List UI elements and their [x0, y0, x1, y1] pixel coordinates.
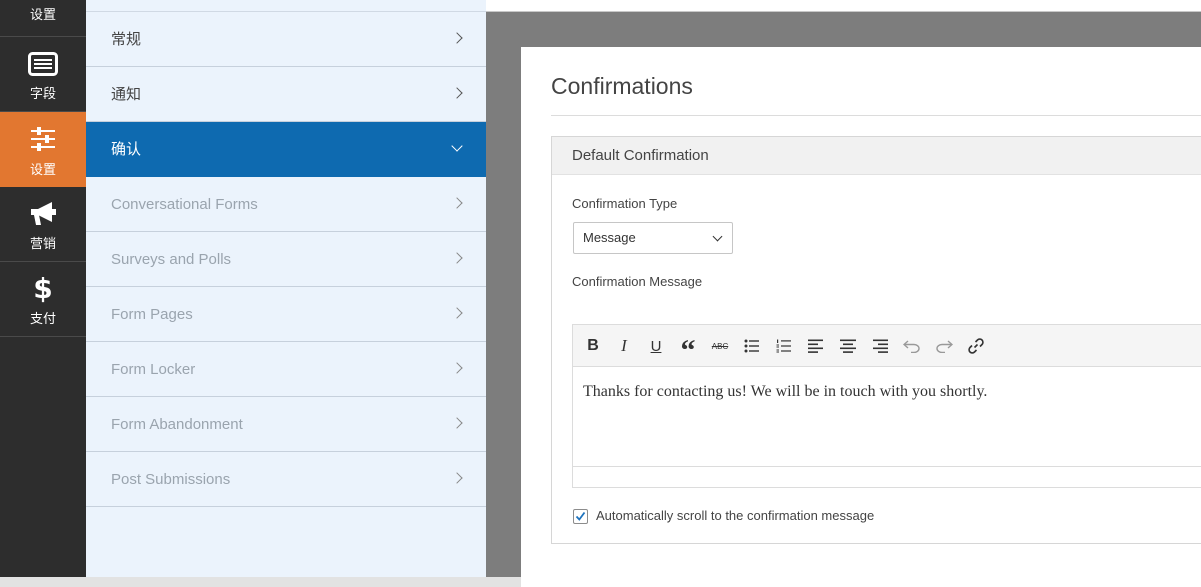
undo-button[interactable] [900, 334, 924, 358]
panel-item-form-locker[interactable]: Form Locker [86, 342, 486, 397]
numbered-list-button[interactable] [772, 334, 796, 358]
confirmations-card: Confirmations Default Confirmation Confi… [521, 47, 1201, 587]
confirmation-message-text: Thanks for contacting us! We will be in … [583, 383, 988, 400]
numbered-list-icon [776, 339, 791, 353]
bold-button[interactable]: B [581, 334, 605, 358]
panel-item-form-pages[interactable]: Form Pages [86, 287, 486, 342]
settings-panel: 常规 通知 确认 Conversational Forms Surveys an… [86, 0, 486, 577]
align-center-icon [840, 339, 856, 353]
redo-button[interactable] [932, 334, 956, 358]
confirmation-block-header[interactable]: Default Confirmation [552, 137, 1201, 175]
rail-item-label: 支付 [29, 312, 56, 327]
confirmation-type-label: Confirmation Type [572, 196, 678, 211]
rail-item-label: 设置 [29, 163, 56, 178]
rail-item-label: 设置 [29, 8, 56, 23]
panel-item-confirmations[interactable]: 确认 [86, 122, 486, 177]
chevron-right-icon [451, 252, 463, 264]
rail-item-settings[interactable]: 设置 [0, 112, 86, 187]
underline-button[interactable]: U [644, 334, 668, 358]
chevron-right-icon [451, 472, 463, 484]
panel-item-surveys-polls[interactable]: Surveys and Polls [86, 232, 486, 287]
rail-item-label: 营销 [29, 237, 56, 252]
insert-link-button[interactable] [964, 334, 988, 358]
checkmark-icon [575, 511, 586, 521]
align-right-icon [873, 339, 888, 353]
chevron-right-icon [451, 362, 463, 374]
chevron-right-icon [451, 197, 463, 209]
chevron-right-icon [451, 307, 463, 319]
builder-sidebar: 设置 字段 设置 营销 $ 支付 [0, 0, 86, 577]
default-confirmation-block: Default Confirmation Confirmation Type M… [551, 136, 1201, 544]
auto-scroll-checkbox[interactable] [573, 509, 588, 524]
panel-item-label: 通知 [111, 85, 142, 103]
chevron-right-icon [451, 87, 463, 99]
chevron-down-icon [451, 140, 463, 152]
rail-item-marketing[interactable]: 营销 [0, 187, 86, 262]
confirmation-type-select[interactable]: Message [573, 222, 733, 254]
confirmation-block-title: Default Confirmation [572, 147, 709, 164]
panel-top-divider [86, 0, 486, 12]
rail-item-settings-top[interactable]: 设置 [0, 0, 86, 37]
content-top-bar [486, 0, 1201, 12]
auto-scroll-label: Automatically scroll to the confirmation… [596, 508, 875, 523]
strikethrough-icon: ABC [711, 341, 729, 351]
confirmation-message-label: Confirmation Message [572, 274, 703, 289]
chevron-down-icon [712, 231, 723, 242]
panel-item-label: 确认 [111, 140, 142, 158]
align-right-button[interactable] [868, 334, 892, 358]
align-left-icon [808, 339, 823, 353]
bold-icon: B [587, 337, 599, 354]
editor-toolbar: B I U “ ABC [573, 325, 1201, 367]
panel-item-label: Conversational Forms [111, 196, 258, 213]
message-editor: B I U “ ABC Thanks for contacting us! We… [572, 324, 1201, 488]
italic-button[interactable]: I [612, 334, 636, 358]
panel-item-post-submissions[interactable]: Post Submissions [86, 452, 486, 507]
quote-icon: “ [680, 334, 696, 367]
panel-item-label: Form Abandonment [111, 416, 243, 433]
redo-icon [936, 340, 953, 353]
panel-item-label: Form Pages [111, 306, 193, 323]
align-center-button[interactable] [836, 334, 860, 358]
panel-item-label: Form Locker [111, 361, 196, 378]
panel-item-label: Post Submissions [111, 471, 231, 488]
rail-item-fields[interactable]: 字段 [0, 37, 86, 112]
fields-list-icon [28, 51, 58, 77]
underline-icon: U [650, 337, 662, 355]
bulleted-list-button[interactable] [740, 334, 764, 358]
chevron-right-icon [451, 417, 463, 429]
panel-item-notifications[interactable]: 通知 [86, 67, 486, 122]
align-left-button[interactable] [804, 334, 828, 358]
megaphone-icon [28, 201, 58, 227]
panel-item-form-abandonment[interactable]: Form Abandonment [86, 397, 486, 452]
message-editor-body[interactable]: Thanks for contacting us! We will be in … [573, 367, 1201, 467]
strikethrough-button[interactable]: ABC [708, 334, 732, 358]
chevron-right-icon [451, 32, 463, 44]
italic-icon: I [621, 336, 627, 355]
rail-item-payments[interactable]: $ 支付 [0, 262, 86, 337]
panel-item-general[interactable]: 常规 [86, 12, 486, 67]
dollar-icon: $ [33, 272, 53, 305]
confirmation-type-value: Message [583, 230, 636, 245]
link-icon [968, 338, 984, 354]
title-divider [551, 115, 1201, 116]
editor-status-bar [573, 466, 1201, 487]
undo-icon [903, 340, 920, 353]
page-title: Confirmations [551, 73, 693, 99]
panel-item-conversational-forms[interactable]: Conversational Forms [86, 177, 486, 232]
panel-item-label: Surveys and Polls [111, 251, 232, 268]
panel-item-label: 常规 [111, 30, 142, 48]
rail-item-label: 字段 [29, 87, 56, 102]
bulleted-list-icon [744, 339, 759, 353]
blockquote-button[interactable]: “ [676, 334, 700, 367]
sliders-icon [28, 126, 58, 152]
